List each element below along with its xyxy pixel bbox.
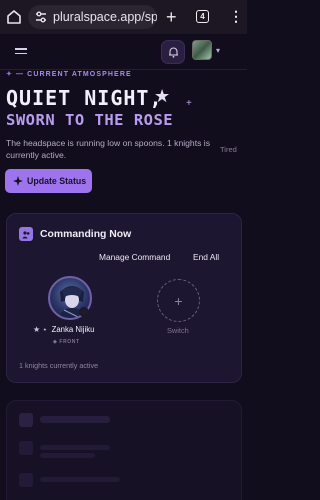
front-label: ◆ FRONT [53, 339, 80, 345]
card-title: Commanding Now [40, 229, 132, 240]
sparkle-icon [13, 176, 23, 186]
commanding-card: Commanding Now Manage Command End All ★ … [6, 213, 242, 383]
member-name[interactable]: ★ ⋆ Zanka Nijiku [33, 325, 94, 334]
hero-title-line1: QUIET NIGHT, [6, 86, 163, 110]
sparkle-icon: ✦ [6, 71, 17, 78]
home-icon[interactable] [6, 9, 22, 25]
sparkle-small-icon: + [186, 98, 192, 109]
update-status-button[interactable]: Update Status [5, 169, 92, 193]
status-dot [79, 307, 89, 317]
secondary-card [6, 400, 242, 500]
browser-toolbar: pluralspace.app/sp + 4 ⋮ [0, 0, 247, 34]
active-count: 1 knights currently active [19, 361, 99, 370]
hero-title-line2: SWORN TO THE ROSE [6, 111, 174, 129]
chevron-down-icon[interactable]: ▾ [216, 46, 220, 55]
switch-button[interactable]: + [157, 279, 200, 322]
member-prefix: ★ ⋆ [33, 325, 48, 334]
url-text: pluralspace.app/sp [53, 10, 157, 24]
list-item-line [40, 453, 95, 458]
end-all-link[interactable]: End All [193, 252, 219, 262]
app-header: ▾ [0, 34, 247, 70]
mood-badge: Tired [220, 145, 237, 154]
update-status-label: Update Status [27, 176, 87, 186]
hero-description: The headspace is running low on spoons. … [6, 138, 210, 160]
card-icon [19, 413, 33, 427]
manage-command-link[interactable]: Manage Command [99, 252, 170, 262]
tab-switcher-button[interactable]: 4 [196, 10, 209, 23]
site-settings-icon[interactable] [34, 10, 48, 24]
list-item-icon [19, 441, 33, 455]
menu-icon[interactable] [15, 48, 27, 56]
address-bar[interactable]: pluralspace.app/sp [28, 5, 157, 29]
star-icon: ★ [154, 86, 171, 106]
plus-icon: + [174, 292, 183, 309]
card-title-placeholder [40, 416, 110, 423]
browser-menu-icon[interactable]: ⋮ [229, 8, 243, 24]
new-tab-icon[interactable]: + [166, 7, 177, 27]
list-item-icon [19, 473, 33, 487]
list-item-line [40, 445, 110, 450]
member-name-label: Zanka Nijiku [51, 325, 95, 334]
group-icon [19, 227, 33, 241]
eyebrow-label: ✦ — CURRENT ATMOSPHERE [6, 71, 132, 78]
bell-icon [168, 47, 178, 58]
user-avatar[interactable] [192, 40, 212, 60]
switch-label: Switch [167, 326, 189, 335]
notifications-button[interactable] [161, 40, 185, 64]
list-item-line [40, 477, 120, 482]
